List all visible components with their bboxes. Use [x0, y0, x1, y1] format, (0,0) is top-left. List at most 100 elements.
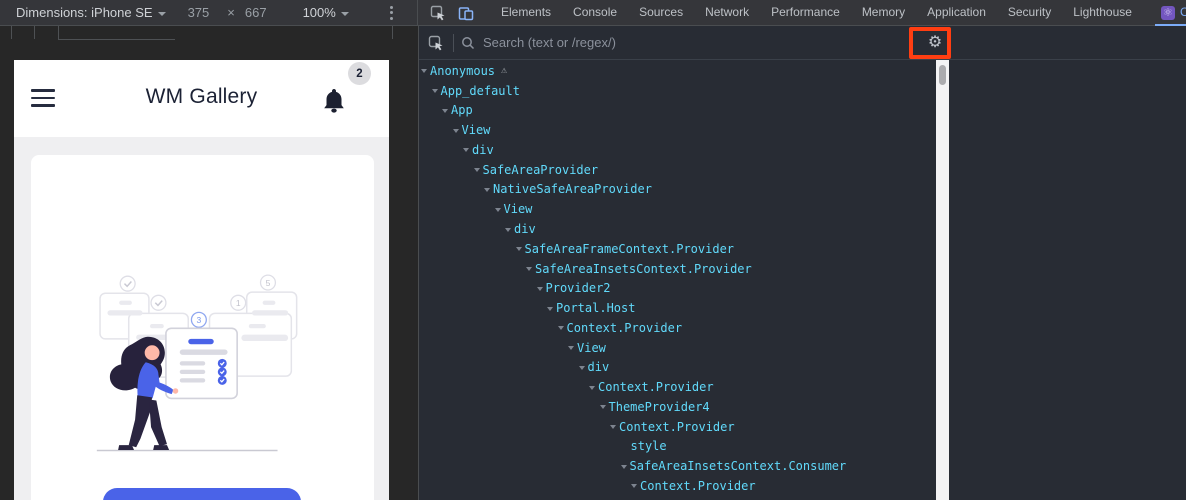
tree-scrollbar[interactable] [936, 60, 949, 500]
expand-caret-icon[interactable] [536, 286, 543, 291]
expand-caret-icon[interactable] [547, 306, 553, 311]
notification-count-badge: 2 [348, 62, 371, 85]
zoom-dropdown[interactable]: 100% [303, 5, 349, 20]
tab-sources[interactable]: Sources [628, 0, 694, 26]
react-components-panel: ⚙ Anonymous ⚠ App_default App View div SafeAre… [418, 26, 1186, 500]
ruler-tick [58, 26, 59, 39]
component-name: Provider2 [545, 281, 611, 296]
screenshot-root: Dimensions: iPhone SE 375 × 667 100% Ele… [0, 0, 1186, 500]
viewport-width-value[interactable]: 375 [188, 5, 210, 20]
expand-caret-icon[interactable] [526, 267, 532, 272]
tree-row[interactable]: Context.Provider [419, 417, 1186, 437]
more-options-icon[interactable] [390, 5, 393, 20]
notification-bell-icon[interactable] [322, 88, 346, 114]
expand-caret-icon[interactable] [620, 464, 627, 469]
tree-row[interactable]: SafeAreaInsetsContext.Consumer [419, 456, 1186, 476]
tree-row[interactable]: ThemeProvider4 [419, 397, 1186, 417]
expand-caret-icon[interactable] [421, 69, 427, 74]
expand-caret-icon[interactable] [515, 247, 522, 252]
component-name: SafeAreaInsetsContext.Consumer [629, 459, 847, 474]
tree-row[interactable]: Anonymous ⚠ [419, 61, 1186, 81]
tree-row[interactable]: div [419, 219, 1186, 239]
viewport-height-value[interactable]: 667 [245, 5, 267, 20]
expand-caret-icon[interactable] [578, 365, 585, 370]
svg-text:3: 3 [197, 315, 202, 325]
tab-network[interactable]: Network [694, 0, 760, 26]
tree-row[interactable]: Context.Provider [419, 377, 1186, 397]
tree-row[interactable]: View [419, 338, 1186, 358]
chevron-down-icon [157, 11, 166, 16]
tree-scrollbar-thumb[interactable] [939, 65, 946, 85]
expand-caret-icon[interactable] [589, 385, 595, 390]
component-name: View [461, 123, 491, 138]
tree-row[interactable]: style [419, 437, 1186, 457]
warning-icon: ⚠ [501, 65, 508, 77]
toggle-device-toolbar-icon[interactable] [458, 5, 474, 21]
tree-row[interactable]: SafeAreaProvider [419, 160, 1186, 180]
tree-row[interactable]: App [419, 101, 1186, 121]
expand-caret-icon[interactable] [568, 346, 574, 351]
expand-caret-icon[interactable] [452, 128, 459, 133]
tree-row[interactable]: Portal.Host [419, 298, 1186, 318]
ruler-line [58, 39, 175, 40]
tree-row[interactable]: Context.Provider [419, 318, 1186, 338]
expand-caret-icon[interactable] [505, 227, 511, 232]
select-component-icon[interactable] [428, 35, 444, 51]
tab-security[interactable]: Security [997, 0, 1062, 26]
tab-lighthouse[interactable]: Lighthouse [1062, 0, 1143, 26]
component-name: SafeAreaFrameContext.Provider [524, 241, 735, 256]
search-input[interactable] [483, 35, 1186, 50]
tab-elements[interactable]: Elements [490, 0, 562, 26]
app-header: WM Gallery 2 [14, 60, 389, 137]
tree-row[interactable]: SafeAreaInsetsContext.Provider [419, 259, 1186, 279]
expand-caret-icon[interactable] [463, 148, 469, 153]
expand-caret-icon[interactable] [610, 425, 616, 430]
device-screen: WM Gallery 2 5 1 3 [14, 60, 389, 500]
tab-application[interactable]: Application [916, 0, 997, 26]
svg-text:5: 5 [266, 278, 271, 288]
tree-row[interactable]: NativeSafeAreaProvider [419, 180, 1186, 200]
tab-components-label: Components [1179, 5, 1186, 19]
tab-performance[interactable]: Performance [760, 0, 851, 26]
search-icon [462, 36, 475, 49]
ruler-tick [11, 26, 12, 39]
react-icon: ⚛ [1160, 5, 1175, 20]
component-name: Portal.Host [556, 301, 636, 316]
tree-row[interactable]: App_default [419, 81, 1186, 101]
component-name: SafeAreaInsetsContext.Provider [535, 261, 752, 276]
component-name: style [630, 439, 667, 454]
tab-components[interactable]: ⚛ Components [1151, 0, 1186, 26]
component-name: Context.Provider [598, 380, 714, 395]
expand-caret-icon[interactable] [494, 207, 501, 212]
expand-caret-icon[interactable] [473, 168, 480, 173]
device-toolbar: Dimensions: iPhone SE 375 × 667 100% [0, 0, 418, 26]
tab-console[interactable]: Console [562, 0, 628, 26]
devtools-tab-bar: Elements Console Sources Network Performance… [418, 0, 1186, 26]
tree-row[interactable]: div [419, 357, 1186, 377]
tree-row[interactable]: View [419, 199, 1186, 219]
component-name: Context.Provider [566, 320, 683, 335]
gear-icon[interactable]: ⚙ [922, 31, 948, 55]
inspect-element-icon[interactable] [430, 5, 446, 21]
dimensions-dropdown[interactable]: Dimensions: iPhone SE [16, 5, 166, 20]
component-name: View [503, 202, 533, 217]
expand-caret-icon[interactable] [431, 89, 438, 94]
expand-caret-icon[interactable] [484, 187, 490, 192]
expand-caret-icon[interactable] [631, 484, 637, 489]
tree-row[interactable]: div [419, 140, 1186, 160]
expand-caret-icon[interactable] [557, 326, 564, 331]
primary-button[interactable] [103, 488, 301, 500]
component-name: App_default [440, 83, 520, 98]
component-name: Context.Provider [640, 478, 756, 493]
device-emulation-area: WM Gallery 2 5 1 3 [0, 26, 418, 500]
component-name: div [472, 142, 494, 157]
expand-caret-icon[interactable] [442, 108, 448, 113]
tab-memory[interactable]: Memory [851, 0, 916, 26]
tree-row[interactable]: Context.Provider [419, 476, 1186, 496]
tree-row[interactable]: SafeAreaFrameContext.Provider [419, 239, 1186, 259]
expand-caret-icon[interactable] [599, 405, 606, 410]
chevron-down-icon [340, 11, 349, 16]
tree-row[interactable]: Provider2 [419, 278, 1186, 298]
component-name: div [514, 222, 536, 236]
tree-row[interactable]: View [419, 120, 1186, 140]
